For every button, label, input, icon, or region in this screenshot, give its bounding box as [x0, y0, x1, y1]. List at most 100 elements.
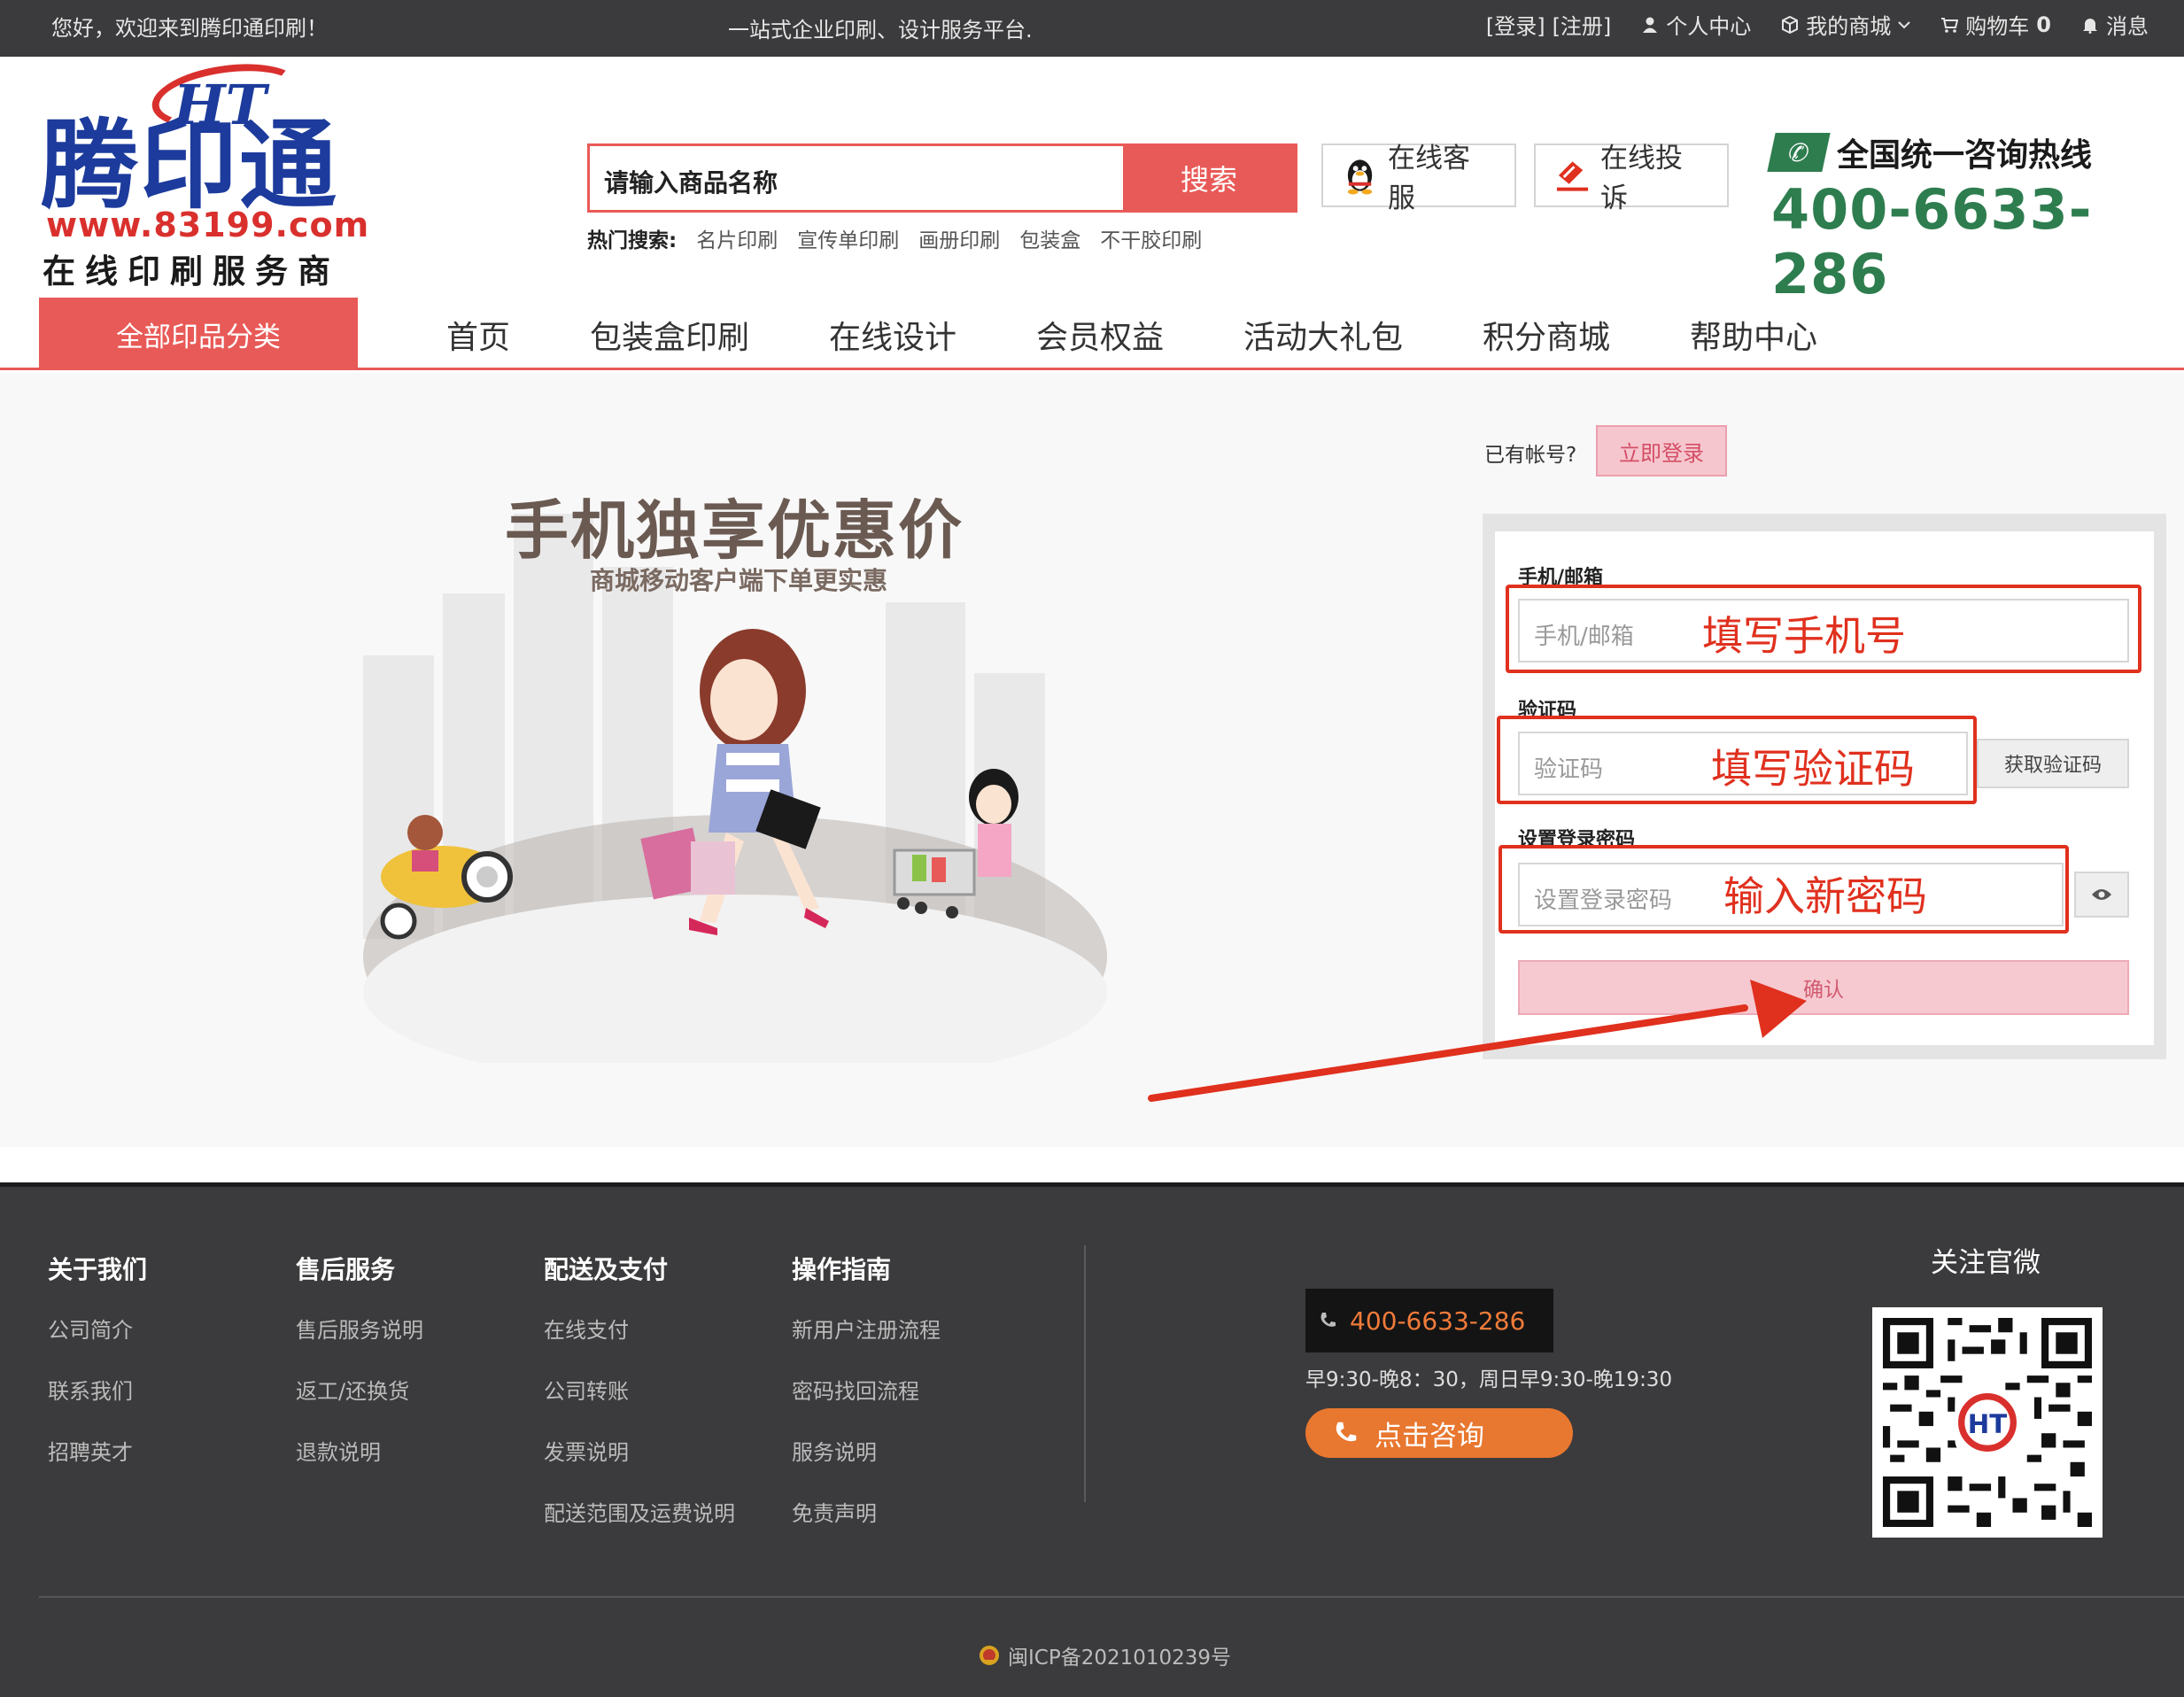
phone-icon: ✆ [1767, 133, 1831, 172]
top-bar: 您好，欢迎来到腾印通印刷！ 一站式企业印刷、设计服务平台. [登录] [注册] 个… [0, 0, 2184, 57]
hot-search-label: 热门搜索: [587, 229, 678, 252]
police-badge-icon [980, 1646, 999, 1665]
footer-col-title: 配送及支付 [544, 1255, 669, 1284]
cart-count: 0 [2036, 12, 2051, 37]
footer-link[interactable]: 联系我们 [48, 1374, 147, 1405]
footer-divider [1084, 1245, 1086, 1502]
logo-tagline: 在线印刷服务商 [43, 252, 340, 291]
nav-item-help-center[interactable]: 帮助中心 [1690, 312, 1817, 358]
footer-link[interactable]: 公司转账 [544, 1374, 735, 1405]
register-link[interactable]: [注册] [1553, 9, 1612, 40]
footer-link[interactable]: 发票说明 [544, 1435, 735, 1466]
consult-button[interactable]: 点击咨询 [1305, 1408, 1573, 1458]
cart-icon [1941, 17, 1959, 33]
hotline-heading: ✆ 全国统一咨询热线 [1767, 129, 2143, 175]
footer-col-guide: 操作指南 新用户注册流程 密码找回流程 服务说明 免责声明 [792, 1251, 941, 1557]
all-categories-button[interactable]: 全部印品分类 [39, 298, 358, 370]
cart-link[interactable]: 购物车 0 [1940, 9, 2051, 40]
qr-code-icon: HT [1883, 1318, 2092, 1527]
top-bar-links: [登录] [注册] 个人中心 我的商城 购物车 0 消息 [1486, 9, 2149, 40]
annotation-code-hint: 填写验证码 [1711, 745, 1915, 793]
hot-term[interactable]: 不干胶印刷 [1100, 223, 1202, 253]
messages-link[interactable]: 消息 [2081, 9, 2149, 40]
footer-col-title: 操作指南 [792, 1255, 892, 1284]
footer-col-aftersales: 售后服务 售后服务说明 返工/还换货 退款说明 [296, 1251, 423, 1496]
icp-record[interactable]: 闽ICP备2021010239号 [978, 1640, 1231, 1670]
get-code-button[interactable]: 获取验证码 [1977, 739, 2129, 788]
nav-item-home[interactable]: 首页 [446, 312, 510, 358]
slogan-text: 一站式企业印刷、设计服务平台. [728, 18, 1033, 43]
complaint-envelope-icon [1556, 161, 1589, 191]
logo-url: www.83199.com [46, 205, 370, 244]
footer-col-title: 售后服务 [296, 1255, 396, 1284]
icp-text: 闽ICP备2021010239号 [1008, 1647, 1232, 1670]
bell-icon [2083, 18, 2097, 34]
nav-item-gift-pack[interactable]: 活动大礼包 [1243, 312, 1403, 358]
online-service-label: 在线客服 [1388, 143, 1471, 214]
hot-term[interactable]: 宣传单印刷 [797, 223, 899, 253]
hotline-number: 400-6633-286 [1771, 177, 2093, 306]
auth-links: [登录] [注册] [1486, 9, 1611, 40]
hot-search: 热门搜索: 名片印刷 宣传单印刷 画册印刷 包装盒 不干胶印刷 [587, 223, 1202, 253]
hotline-label: 全国统一咨询热线 [1837, 137, 2093, 174]
cube-icon [1782, 15, 1799, 34]
phone-icon [1336, 1422, 1357, 1442]
consult-label: 点击咨询 [1375, 1420, 1484, 1453]
search-input[interactable]: 请输入商品名称 [590, 146, 1123, 210]
promo-title: 手机独享优惠价 [505, 493, 964, 568]
footer-link[interactable]: 服务说明 [792, 1435, 941, 1466]
promo-subtitle: 商城移动客户端下单更实惠 [590, 566, 888, 595]
nav-item-points-mall[interactable]: 积分商城 [1483, 312, 1610, 358]
personal-center-link[interactable]: 个人中心 [1641, 9, 1751, 40]
has-account-text: 已有帐号? [1484, 444, 1577, 467]
welcome-text: 您好，欢迎来到腾印通印刷！ [51, 16, 328, 41]
footer-link[interactable]: 招聘英才 [48, 1435, 147, 1466]
my-mall-link[interactable]: 我的商城 [1781, 9, 1911, 40]
nav-item-packaging[interactable]: 包装盒印刷 [590, 312, 749, 358]
follow-title: 关注官微 [1931, 1247, 2041, 1279]
footer-hours: 早9:30-晚8：30，周日早9:30-晚19:30 [1305, 1368, 1673, 1391]
wechat-qr-code: HT [1872, 1307, 2103, 1538]
chevron-down-icon [1898, 20, 1911, 28]
footer-link[interactable]: 新用户注册流程 [792, 1313, 941, 1344]
footer-separator [39, 1596, 2184, 1598]
footer-link[interactable]: 退款说明 [296, 1435, 423, 1466]
eye-icon [2092, 889, 2111, 900]
messages-label: 消息 [2106, 14, 2149, 39]
hot-term[interactable]: 包装盒 [1019, 223, 1080, 253]
footer-link[interactable]: 在线支付 [544, 1313, 735, 1344]
footer-link[interactable]: 密码找回流程 [792, 1374, 941, 1405]
footer-link[interactable]: 返工/还换货 [296, 1374, 423, 1405]
logo-brand: 腾印通 [41, 109, 338, 222]
cart-label: 购物车 [1965, 14, 2030, 39]
footer-col-title: 关于我们 [48, 1255, 148, 1284]
footer-link[interactable]: 售后服务说明 [296, 1313, 423, 1344]
login-now-button[interactable]: 立即登录 [1596, 425, 1727, 477]
login-link[interactable]: [登录] [1486, 9, 1545, 40]
footer-col-delivery: 配送及支付 在线支付 公司转账 发票说明 配送范围及运费说明 [544, 1251, 735, 1557]
qq-penguin-icon [1347, 159, 1373, 195]
hotline: ✆ 全国统一咨询热线 400-6633-286 [1767, 129, 2143, 306]
footer-link[interactable]: 免责声明 [792, 1496, 941, 1527]
online-service-button[interactable]: 在线客服 [1321, 143, 1516, 214]
personal-center-label: 个人中心 [1666, 14, 1752, 39]
nav-item-online-design[interactable]: 在线设计 [829, 312, 956, 358]
search-button[interactable]: 搜索 [1123, 146, 1295, 210]
user-icon [1643, 17, 1658, 33]
online-complaint-button[interactable]: 在线投诉 [1534, 143, 1729, 214]
svg-text:HT: HT [1968, 1409, 2008, 1439]
search-box: 请输入商品名称 搜索 [587, 143, 1297, 213]
hot-term[interactable]: 名片印刷 [696, 223, 778, 253]
nav-item-membership[interactable]: 会员权益 [1036, 312, 1164, 358]
footer-phone-number: 400-6633-286 [1350, 1306, 1526, 1336]
site-logo[interactable]: HT 腾印通 www.83199.com 在线印刷服务商 [41, 55, 368, 291]
online-complaint-label: 在线投诉 [1600, 143, 1684, 214]
annotation-phone-hint: 填写手机号 [1702, 612, 1906, 660]
hot-term[interactable]: 画册印刷 [918, 223, 1000, 253]
footer-link[interactable]: 公司简介 [48, 1313, 147, 1344]
toggle-password-button[interactable] [2074, 872, 2129, 918]
footer-phone: 400-6633-286 [1305, 1289, 1553, 1352]
footer-link[interactable]: 配送范围及运费说明 [544, 1496, 735, 1527]
annotation-arrow [1148, 980, 1807, 1102]
footer-col-about: 关于我们 公司简介 联系我们 招聘英才 [48, 1251, 147, 1496]
